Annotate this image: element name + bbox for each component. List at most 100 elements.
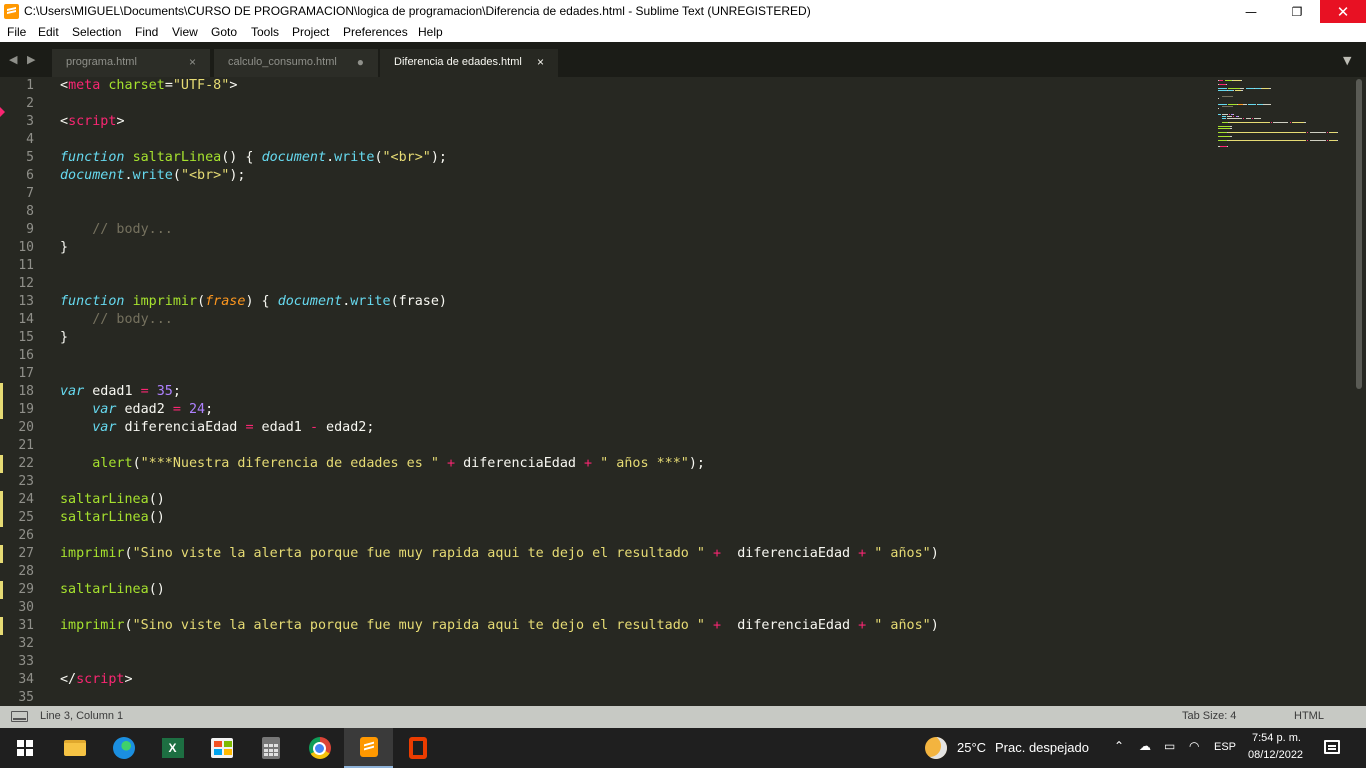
code-token: imprimir: [60, 546, 125, 561]
code-line[interactable]: </script>: [60, 671, 939, 689]
start-button[interactable]: [0, 728, 49, 768]
code-line[interactable]: imprimir("Sino viste la alerta porque fu…: [60, 545, 939, 563]
code-line[interactable]: [60, 185, 939, 203]
code-line[interactable]: document.write("<br>");: [60, 167, 939, 185]
code-line[interactable]: // body...: [60, 311, 939, 329]
menu-tools[interactable]: Tools: [251, 25, 279, 39]
chevron-up-icon[interactable]: ⌃: [1114, 739, 1124, 753]
code-token: ): [930, 618, 939, 633]
code-line[interactable]: [60, 689, 939, 706]
code-line[interactable]: saltarLinea(): [60, 491, 939, 509]
menu-find[interactable]: Find: [135, 25, 158, 39]
menu-preferences[interactable]: Preferences: [343, 25, 408, 39]
code-line[interactable]: function imprimir(frase) { document.writ…: [60, 293, 939, 311]
scrollbar-thumb[interactable]: [1356, 79, 1362, 389]
onedrive-icon[interactable]: ☁: [1139, 739, 1151, 753]
code-line[interactable]: var edad2 = 24;: [60, 401, 939, 419]
code-line[interactable]: [60, 563, 939, 581]
code-line[interactable]: <script>: [60, 113, 939, 131]
code-line[interactable]: [60, 131, 939, 149]
code-line[interactable]: [60, 257, 939, 275]
minimap-segment: [1243, 118, 1245, 119]
battery-icon[interactable]: ▭: [1164, 739, 1175, 753]
sublime-app-icon: [4, 4, 19, 19]
code-token: .: [326, 150, 335, 165]
code-line[interactable]: // body...: [60, 221, 939, 239]
minimize-button[interactable]: —: [1228, 0, 1274, 23]
clock-date[interactable]: 08/12/2022: [1248, 749, 1303, 761]
code-line[interactable]: [60, 527, 939, 545]
code-line[interactable]: [60, 653, 939, 671]
vertical-scrollbar[interactable]: [1355, 77, 1363, 706]
code-line[interactable]: [60, 473, 939, 491]
restore-button[interactable]: ❐: [1274, 0, 1320, 23]
code-line[interactable]: var diferenciaEdad = edad1 - edad2;: [60, 419, 939, 437]
minimap-segment: [1270, 122, 1272, 123]
code-token: "<br>": [382, 150, 431, 165]
code-line[interactable]: [60, 437, 939, 455]
menu-selection[interactable]: Selection: [72, 25, 121, 39]
close-button[interactable]: ✕: [1320, 0, 1366, 23]
line-number: 25: [18, 510, 34, 525]
menu-goto[interactable]: Goto: [211, 25, 237, 39]
tab-programa-html[interactable]: programa.html ×: [52, 49, 210, 77]
notification-center-icon[interactable]: [1324, 740, 1340, 754]
code-line[interactable]: saltarLinea(): [60, 581, 939, 599]
code-line[interactable]: [60, 635, 939, 653]
chrome-button[interactable]: [295, 728, 344, 768]
edge-button[interactable]: [99, 728, 148, 768]
code-area[interactable]: <meta charset="UTF-8"> <script> function s…: [60, 77, 939, 706]
calculator-button[interactable]: [246, 728, 295, 768]
menu-file[interactable]: File: [7, 25, 26, 39]
code-line[interactable]: [60, 347, 939, 365]
sublime-text-button[interactable]: [344, 728, 393, 768]
code-line[interactable]: [60, 599, 939, 617]
code-line[interactable]: var edad1 = 35;: [60, 383, 939, 401]
code-line[interactable]: [60, 365, 939, 383]
menu-edit[interactable]: Edit: [38, 25, 59, 39]
code-line[interactable]: imprimir("Sino viste la alerta porque fu…: [60, 617, 939, 635]
code-line[interactable]: alert("***Nuestra diferencia de edades e…: [60, 455, 939, 473]
tab-navigation-arrows[interactable]: ◀ ▶: [9, 53, 38, 66]
tab-size-indicator[interactable]: Tab Size: 4: [1182, 710, 1236, 722]
panel-toggle-icon[interactable]: [11, 711, 28, 722]
line-number: 27: [18, 546, 34, 561]
file-explorer-button[interactable]: [50, 728, 99, 768]
tab-close-icon[interactable]: ×: [189, 55, 196, 69]
code-line[interactable]: saltarLinea(): [60, 509, 939, 527]
weather-moon-cloud-icon[interactable]: [925, 737, 947, 759]
code-token: saltarLinea: [60, 582, 149, 597]
input-language[interactable]: ESP: [1214, 741, 1236, 753]
microsoft-store-button[interactable]: [197, 728, 246, 768]
office-button[interactable]: [393, 728, 442, 768]
code-line[interactable]: }: [60, 329, 939, 347]
code-line[interactable]: }: [60, 239, 939, 257]
menu-project[interactable]: Project: [292, 25, 329, 39]
minimap[interactable]: [1218, 77, 1354, 157]
tab-close-icon[interactable]: ×: [537, 55, 544, 69]
minimap-segment: [1230, 128, 1233, 129]
menu-help[interactable]: Help: [418, 25, 443, 39]
code-token: " años ***": [600, 456, 689, 471]
weather-temperature[interactable]: 25°C: [957, 740, 986, 755]
excel-button[interactable]: X: [148, 728, 197, 768]
code-token: =: [245, 420, 254, 435]
code-editor[interactable]: 1 2 3 4 5 6 7 8 9 10 11 12 13 14 15 16 17 18 19 20 21 22 23 24 2…: [0, 77, 1366, 706]
tab-list-dropdown-icon[interactable]: ▼: [1343, 54, 1351, 67]
code-line[interactable]: [60, 203, 939, 221]
menu-view[interactable]: View: [172, 25, 198, 39]
code-line[interactable]: <meta charset="UTF-8">: [60, 77, 939, 95]
weather-description[interactable]: Prac. despejado: [995, 740, 1089, 755]
tab-diferencia-de-edades-html[interactable]: Diferencia de edades.html ×: [380, 49, 558, 77]
syntax-indicator[interactable]: HTML: [1294, 710, 1324, 722]
code-line[interactable]: [60, 275, 939, 293]
wifi-icon[interactable]: ◠: [1189, 739, 1199, 753]
code-line[interactable]: function saltarLinea() { document.write(…: [60, 149, 939, 167]
tab-calculo-consumo-html[interactable]: calculo_consumo.html ●: [214, 49, 378, 77]
minimap-segment: [1229, 114, 1231, 115]
tab-unsaved-dot-icon[interactable]: ●: [357, 55, 364, 69]
code-line[interactable]: [60, 95, 939, 113]
line-number: 2: [26, 96, 34, 111]
clock-time[interactable]: 7:54 p. m.: [1252, 732, 1301, 744]
